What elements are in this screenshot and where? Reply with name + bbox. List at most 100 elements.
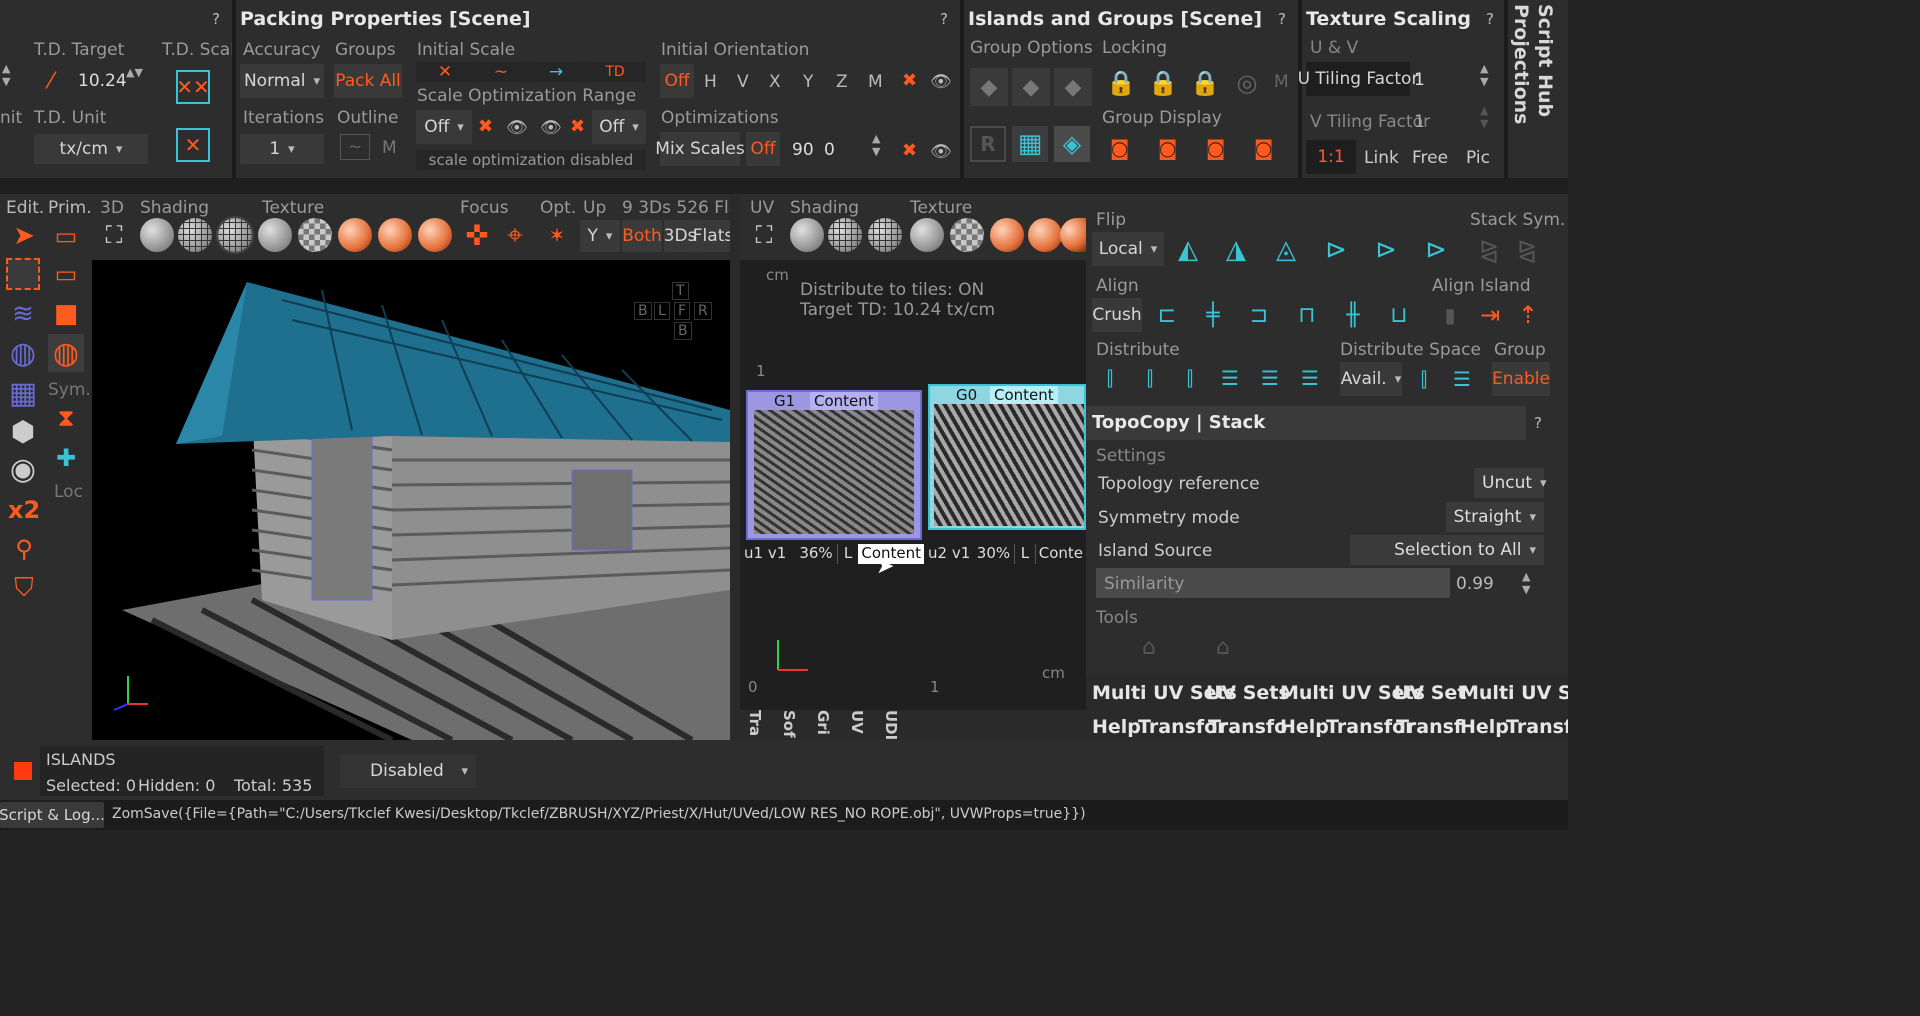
align-center-h-icon[interactable]: ╪ — [1196, 298, 1230, 332]
ratio-1-1-button[interactable]: 1:1 — [1306, 140, 1356, 174]
td-target-input[interactable]: 10.24 — [78, 71, 127, 91]
help-button[interactable]: ? — [212, 10, 220, 28]
stack-sym-icon-2[interactable]: ⧎ — [1512, 232, 1542, 268]
uv-smooth-icon[interactable] — [790, 218, 824, 252]
display-icon-1[interactable]: ◙ — [1110, 136, 1129, 160]
opt-icon[interactable]: ✶ — [538, 216, 576, 254]
topocopy-help-button[interactable]: ? — [1534, 414, 1542, 432]
select-arrow-icon[interactable]: ➤ — [8, 220, 40, 252]
ring-icon[interactable]: ◉ — [6, 452, 40, 487]
tab-uv-set-2[interactable]: UV Set — [1394, 682, 1466, 704]
eye-icon-1[interactable]: 👁 — [506, 118, 528, 138]
align-island-up-arrow-icon[interactable]: ⇡ — [1512, 298, 1544, 332]
flip-diag-icon[interactable]: ◬ — [1268, 232, 1304, 268]
outline-icon[interactable]: ~ — [340, 134, 370, 160]
group-option-icon-2[interactable]: ◆ — [1012, 68, 1050, 106]
nav-f-button[interactable]: F — [674, 302, 691, 320]
orange-checker-icon[interactable] — [338, 218, 372, 252]
distribute-space-icon-2[interactable]: ☰ — [1446, 362, 1478, 396]
uv-tab-udi[interactable]: UDI — [882, 710, 900, 740]
wire-shading-icon[interactable] — [178, 218, 212, 252]
packing-help-button[interactable]: ? — [940, 10, 948, 28]
initial-scale-x-button[interactable]: ✕ — [416, 62, 474, 82]
initial-scale-arrow-button[interactable]: → — [528, 62, 584, 82]
flip-h-icon[interactable]: ◭ — [1170, 232, 1206, 268]
display-icon-3[interactable]: ◙ — [1206, 136, 1225, 160]
view-splitter[interactable] — [730, 194, 740, 740]
distribute-icon-6[interactable]: ☰ — [1294, 362, 1326, 394]
shield-icon[interactable]: ⛉ — [8, 572, 40, 604]
mix-0-value[interactable]: 0 — [824, 140, 835, 160]
uv-orange-icon-2[interactable] — [1028, 218, 1062, 252]
distribute-space-icon-1[interactable]: ⫿ — [1408, 362, 1440, 396]
tile1-lock[interactable]: L — [836, 544, 859, 564]
uv-orange-icon-3[interactable] — [1060, 218, 1086, 252]
tool-icon-1[interactable]: ⌂ — [1132, 630, 1166, 664]
mix-90-value[interactable]: 90 — [792, 140, 814, 160]
filled-rect-icon[interactable]: ■ — [50, 298, 82, 330]
tab-transform-4[interactable]: Transf — [1396, 716, 1462, 738]
range-off-dropdown-2[interactable]: Off — [592, 110, 646, 144]
stack-sym-icon-1[interactable]: ⧎ — [1474, 232, 1504, 268]
flat-wire-shading-icon[interactable] — [216, 216, 254, 254]
distribute-icon-4[interactable]: ☰ — [1214, 362, 1246, 394]
tool-icon-2[interactable]: ⌂ — [1206, 630, 1240, 664]
align-bottom-icon[interactable]: ⊔ — [1382, 298, 1416, 332]
uv-frame-icon[interactable]: ⛶ — [746, 218, 782, 252]
display-icon-4[interactable]: ◙ — [1254, 136, 1273, 160]
uv-tab-gri[interactable]: Gri — [814, 710, 832, 740]
display-icon-2[interactable]: ◙ — [1158, 136, 1177, 160]
island-source-dropdown[interactable]: Selection to All — [1350, 535, 1544, 565]
orient-eye-icon[interactable]: 👁 — [930, 72, 952, 92]
nav-t-button[interactable]: T — [672, 282, 689, 300]
grid-mesh-icon[interactable]: ▦ — [6, 376, 40, 411]
3ds-button[interactable]: 3Ds — [664, 220, 696, 252]
initial-scale-td-button[interactable]: TD — [584, 62, 646, 82]
similarity-value[interactable]: 0.99 — [1456, 574, 1494, 594]
align-island-slider[interactable]: ▮ — [1432, 300, 1468, 330]
mix-clear-icon[interactable]: ✖ — [902, 140, 917, 161]
flip-v-icon[interactable]: ◮ — [1218, 232, 1254, 268]
range-clear-icon-2[interactable]: ✖ — [570, 116, 585, 137]
rect-prim-icon-2[interactable]: ▭ — [50, 258, 82, 290]
tab-help-3[interactable]: Help — [1460, 716, 1509, 738]
grid-icon[interactable]: ▦ — [1012, 126, 1048, 162]
tab-help-2[interactable]: Help — [1280, 716, 1329, 738]
mix-scales-button[interactable]: Mix Scales — [655, 132, 745, 166]
u-tiling-button[interactable]: U Tiling Factor — [1298, 62, 1418, 96]
distribute-icon-1[interactable]: ⫿ — [1094, 362, 1126, 394]
up-axis-dropdown[interactable]: Y — [580, 220, 620, 252]
td-scale-apply-icon[interactable]: ✕ — [176, 128, 210, 162]
orange-texture-icon-2[interactable] — [378, 218, 412, 252]
orient-x-button[interactable]: X — [769, 72, 781, 92]
crush-button[interactable]: Crush — [1092, 298, 1142, 332]
uv-wire-icon[interactable] — [828, 218, 862, 252]
uv-checker-icon[interactable] — [950, 218, 984, 252]
mix-eye-icon[interactable]: 👁 — [930, 142, 952, 162]
focus-cross-icon[interactable]: ✜ — [460, 218, 494, 252]
nav-b2-button[interactable]: B — [674, 322, 692, 340]
iterations-dropdown[interactable]: 1 — [240, 134, 324, 164]
align-top-icon[interactable]: ⊓ — [1290, 298, 1324, 332]
eye-icon-2[interactable]: 👁 — [540, 118, 562, 138]
uv-flat-wire-icon[interactable] — [868, 218, 902, 252]
locking-m-label[interactable]: M — [1274, 72, 1289, 92]
distribute-icon-2[interactable]: ⫿ — [1134, 362, 1166, 394]
checker-texture-icon[interactable] — [298, 218, 332, 252]
rect-prim-icon[interactable]: ▭ — [50, 220, 82, 252]
tile2-content-button[interactable]: Conte — [1034, 544, 1086, 564]
outline-m-label[interactable]: M — [382, 138, 397, 158]
align-right-icon[interactable]: ⊐ — [1242, 298, 1276, 332]
tab-help-1[interactable]: Help — [1092, 716, 1141, 738]
td-unit-dropdown[interactable]: tx/cm — [34, 134, 148, 164]
orient-off-button[interactable]: Off — [660, 64, 694, 98]
accuracy-dropdown[interactable]: Normal — [240, 64, 324, 98]
range-clear-icon-1[interactable]: ✖ — [478, 116, 493, 137]
orient-h-button[interactable]: H — [704, 72, 717, 92]
eyedropper-icon[interactable]: ⁄ — [36, 66, 66, 96]
smooth-shading-icon[interactable] — [140, 218, 174, 252]
orient-clear-icon[interactable]: ✖ — [902, 70, 917, 91]
tab-transform-2[interactable]: Transfo — [1208, 716, 1287, 738]
distribute-space-dropdown[interactable]: Avail. — [1340, 362, 1402, 396]
orient-z-button[interactable]: Z — [836, 72, 848, 92]
